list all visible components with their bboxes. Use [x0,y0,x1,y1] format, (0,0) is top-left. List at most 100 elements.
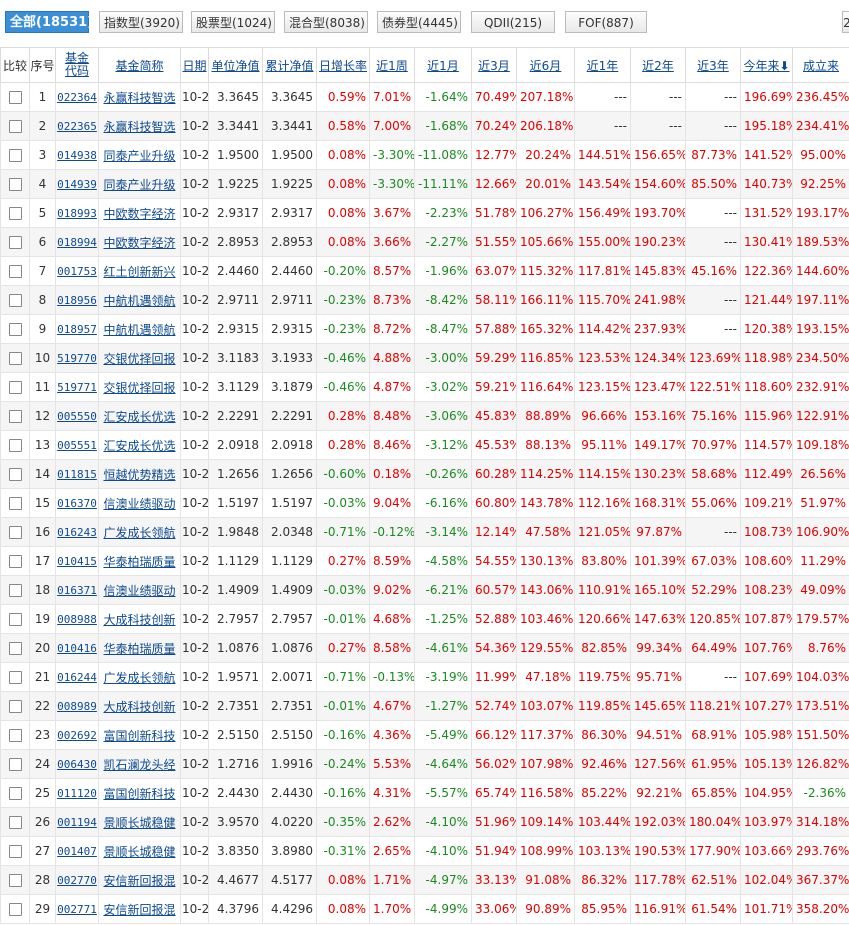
fund-code-link[interactable]: 011815 [57,468,97,481]
fund-name-link[interactable]: 中航机遇领航 [103,323,175,337]
tab-overflow[interactable]: 2 [842,11,849,33]
fund-name-link[interactable]: 安信新回报混 [103,874,175,888]
compare-checkbox[interactable] [8,352,22,365]
tab-all[interactable]: 全部(18531) [5,11,93,33]
compare-checkbox[interactable] [8,845,22,858]
fund-name-link[interactable]: 中欧数字经济 [103,236,175,250]
col-code[interactable]: 基金 代码 [55,47,99,83]
compare-checkbox[interactable] [8,758,22,771]
fund-code-link[interactable]: 014938 [57,149,97,162]
compare-checkbox[interactable] [8,671,22,684]
col-2y[interactable]: 近2年 [630,47,686,83]
compare-checkbox[interactable] [8,294,22,307]
col-acc-nav[interactable]: 累计净值 [262,47,317,83]
fund-name-link[interactable]: 广发成长领航 [103,671,175,685]
col-1y[interactable]: 近1年 [574,47,631,83]
fund-name-link[interactable]: 安信新回报混 [103,903,175,917]
col-daily[interactable]: 日增长率 [316,47,370,83]
compare-checkbox[interactable] [8,729,22,742]
fund-code-link[interactable]: 022365 [57,120,97,133]
fund-code-link[interactable]: 005551 [57,439,97,452]
fund-code-link[interactable]: 008988 [57,613,97,626]
fund-code-link[interactable]: 022364 [57,91,97,104]
tab-qdii[interactable]: QDII(215) [471,11,555,33]
fund-name-link[interactable]: 富国创新科技 [103,729,175,743]
fund-name-link[interactable]: 大成科技创新 [103,613,175,627]
col-1w[interactable]: 近1周 [369,47,415,83]
fund-code-link[interactable]: 014939 [57,178,97,191]
fund-code-link[interactable]: 010415 [57,555,97,568]
fund-code-link[interactable]: 018994 [57,236,97,249]
compare-checkbox[interactable] [8,903,22,916]
compare-checkbox[interactable] [8,526,22,539]
compare-checkbox[interactable] [8,497,22,510]
col-nav[interactable]: 单位净值 [208,47,263,83]
compare-checkbox[interactable] [8,236,22,249]
col-ytd[interactable]: 今年来⬇ [740,47,793,83]
compare-checkbox[interactable] [8,265,22,278]
fund-code-link[interactable]: 002692 [57,729,97,742]
tab-hybrid[interactable]: 混合型(8038) [284,11,368,33]
fund-code-link[interactable]: 002770 [57,874,97,887]
compare-checkbox[interactable] [8,613,22,626]
compare-checkbox[interactable] [8,149,22,162]
col-3m[interactable]: 近3月 [471,47,517,83]
compare-checkbox[interactable] [8,120,22,133]
tab-bond[interactable]: 债券型(4445) [377,11,461,33]
fund-name-link[interactable]: 汇安成长优选 [103,410,175,424]
fund-name-link[interactable]: 富国创新科技 [103,787,175,801]
fund-code-link[interactable]: 001753 [57,265,97,278]
fund-name-link[interactable]: 汇安成长优选 [103,439,175,453]
fund-code-link[interactable]: 008989 [57,700,97,713]
col-1m[interactable]: 近1月 [414,47,472,83]
fund-name-link[interactable]: 信澳业绩驱动 [103,497,175,511]
fund-code-link[interactable]: 519771 [57,381,97,394]
col-3y[interactable]: 近3年 [685,47,741,83]
fund-code-link[interactable]: 010416 [57,642,97,655]
compare-checkbox[interactable] [8,178,22,191]
col-name[interactable]: 基金简称 [98,47,181,83]
fund-name-link[interactable]: 大成科技创新 [103,700,175,714]
compare-checkbox[interactable] [8,700,22,713]
compare-checkbox[interactable] [8,584,22,597]
compare-checkbox[interactable] [8,207,22,220]
compare-checkbox[interactable] [8,468,22,481]
fund-name-link[interactable]: 景顺长城稳健 [103,845,175,859]
compare-checkbox[interactable] [8,381,22,394]
fund-name-link[interactable]: 红土创新新兴 [103,265,175,279]
col-date[interactable]: 日期 [180,47,209,83]
tab-fof[interactable]: FOF(887) [565,11,647,33]
fund-name-link[interactable]: 景顺长城稳健 [103,816,175,830]
compare-checkbox[interactable] [8,874,22,887]
compare-checkbox[interactable] [8,555,22,568]
tab-index[interactable]: 指数型(3920) [99,11,183,33]
fund-code-link[interactable]: 001407 [57,845,97,858]
fund-name-link[interactable]: 凯石澜龙头经 [103,758,175,772]
compare-checkbox[interactable] [8,439,22,452]
fund-name-link[interactable]: 同泰产业升级 [103,149,175,163]
compare-checkbox[interactable] [8,787,22,800]
fund-name-link[interactable]: 信澳业绩驱动 [103,584,175,598]
fund-name-link[interactable]: 永赢科技智选 [103,91,175,105]
compare-checkbox[interactable] [8,91,22,104]
fund-name-link[interactable]: 恒越优势精选 [103,468,175,482]
fund-code-link[interactable]: 018956 [57,294,97,307]
fund-name-link[interactable]: 广发成长领航 [103,526,175,540]
fund-code-link[interactable]: 002771 [57,903,97,916]
fund-name-link[interactable]: 华泰柏瑞质量 [103,642,175,656]
fund-code-link[interactable]: 016371 [57,584,97,597]
fund-name-link[interactable]: 交银优择回报 [103,381,175,395]
compare-checkbox[interactable] [8,816,22,829]
tab-stock[interactable]: 股票型(1024) [191,11,275,33]
compare-checkbox[interactable] [8,410,22,423]
compare-checkbox[interactable] [8,323,22,336]
fund-code-link[interactable]: 519770 [57,352,97,365]
col-since-inception[interactable]: 成立来 [792,47,849,83]
fund-name-link[interactable]: 同泰产业升级 [103,178,175,192]
fund-code-link[interactable]: 016243 [57,526,97,539]
col-6m[interactable]: 近6月 [516,47,575,83]
fund-name-link[interactable]: 中航机遇领航 [103,294,175,308]
fund-name-link[interactable]: 中欧数字经济 [103,207,175,221]
fund-code-link[interactable]: 011120 [57,787,97,800]
fund-name-link[interactable]: 永赢科技智选 [103,120,175,134]
